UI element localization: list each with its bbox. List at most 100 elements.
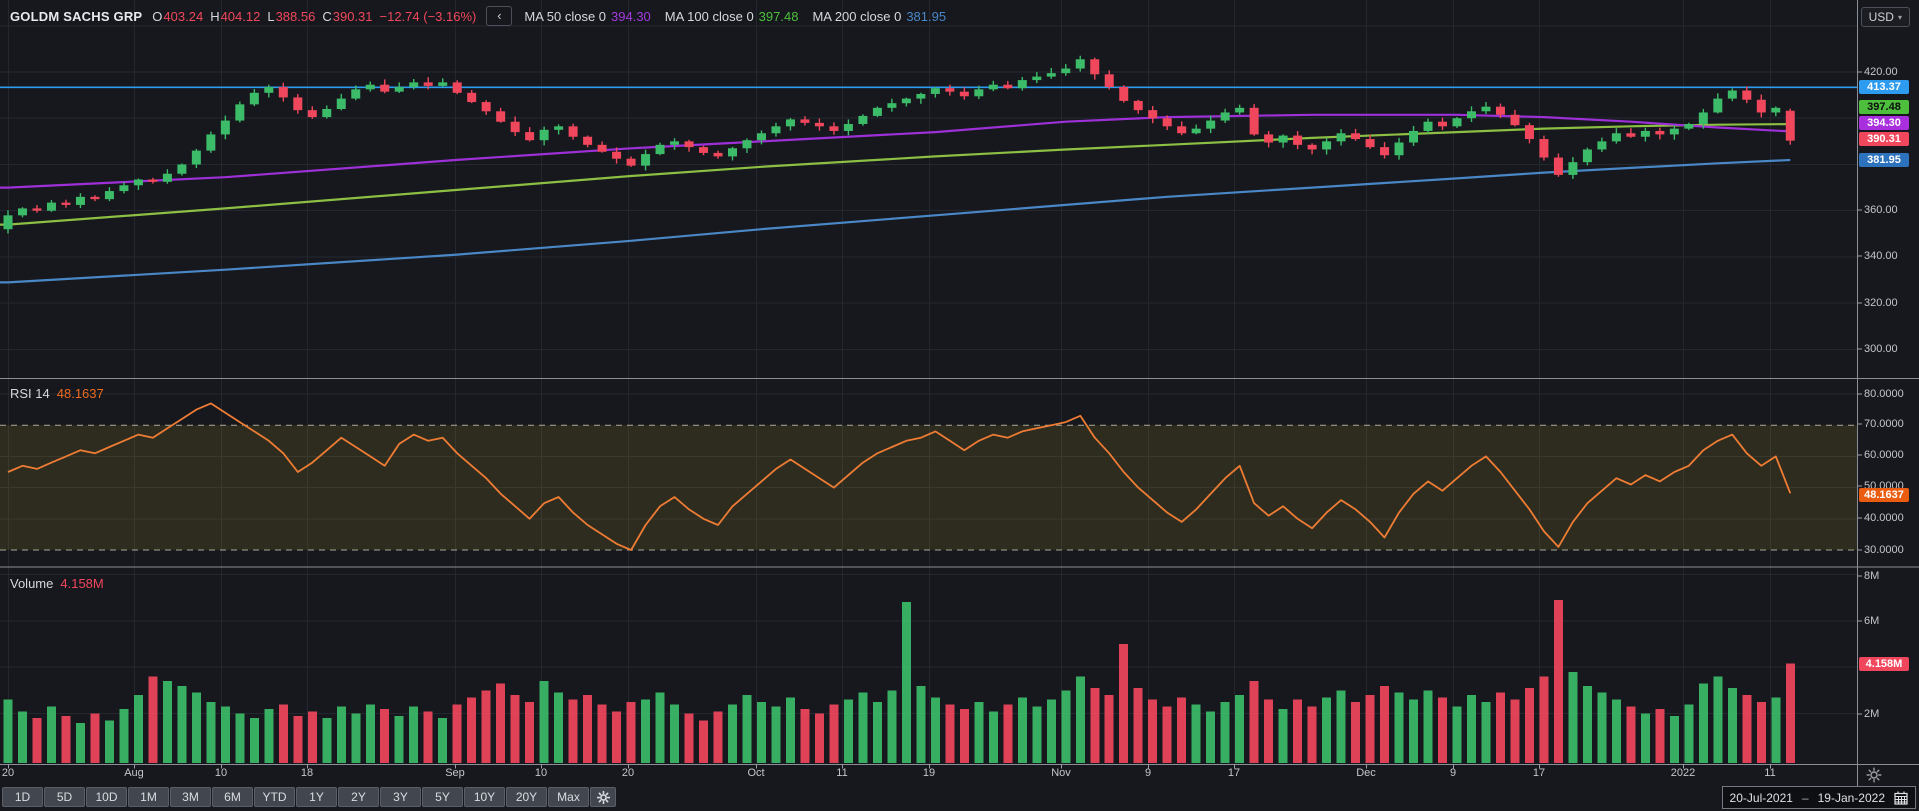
candle-down	[1525, 125, 1534, 139]
volume-bar	[1771, 697, 1780, 763]
candle-up	[337, 99, 346, 109]
axis-settings-gear-icon[interactable]	[1866, 767, 1882, 783]
range-button-1y[interactable]: 1Y	[296, 787, 337, 807]
range-button-10y[interactable]: 10Y	[464, 787, 505, 807]
price-axis-label: 340.00	[1864, 250, 1898, 262]
time-axis-label: 11	[836, 767, 847, 779]
time-axis-label: 10	[535, 767, 547, 779]
volume-title: Volume	[10, 576, 53, 591]
candle-up	[76, 197, 85, 205]
currency-selector[interactable]: USD ▾	[1861, 7, 1910, 27]
volume-bar	[844, 700, 853, 763]
candle-up	[322, 109, 331, 117]
volume-bar	[1076, 676, 1085, 763]
ma200-value: 381.95	[906, 9, 946, 24]
volume-bar	[105, 721, 114, 763]
volume-bar	[264, 709, 273, 763]
time-axis-label: 17	[1533, 767, 1545, 779]
range-button-2y[interactable]: 2Y	[338, 787, 379, 807]
rsi-axis-label: 40.0000	[1864, 512, 1904, 524]
candle-up	[395, 87, 404, 92]
volume-bar	[1438, 697, 1447, 763]
range-button-3m[interactable]: 3M	[170, 787, 211, 807]
candle-down	[1134, 101, 1143, 110]
candle-up	[4, 215, 13, 229]
volume-bar	[235, 714, 244, 763]
range-button-3y[interactable]: 3Y	[380, 787, 421, 807]
candle-up	[786, 119, 795, 126]
volume-bar	[351, 714, 360, 763]
candle-down	[1539, 139, 1548, 157]
volume-bar	[1597, 693, 1606, 763]
candle-down	[1655, 131, 1664, 134]
candle-up	[1641, 131, 1650, 137]
volume-bar	[1655, 709, 1664, 763]
volume-bar	[1003, 704, 1012, 763]
volume-bar	[1670, 716, 1679, 763]
ma50-value: 394.30	[611, 9, 651, 24]
candle-up	[192, 151, 201, 165]
range-button-5d[interactable]: 5D	[44, 787, 85, 807]
range-button-1d[interactable]: 1D	[2, 787, 43, 807]
candle-up	[873, 108, 882, 116]
volume-bar	[1554, 600, 1563, 763]
range-button-5y[interactable]: 5Y	[422, 787, 463, 807]
candle-up	[1032, 77, 1041, 80]
candle-up	[1395, 143, 1404, 156]
candle-up	[656, 145, 665, 154]
toolbar-settings-gear-button[interactable]	[590, 787, 616, 807]
candle-up	[1684, 124, 1693, 129]
volume-bar	[119, 709, 128, 763]
volume-axis-label: 2M	[1864, 708, 1879, 720]
candle-up	[1771, 108, 1780, 113]
volume-bar	[308, 711, 317, 763]
volume-bar	[1626, 707, 1635, 763]
candle-down	[308, 110, 317, 117]
time-axis-label: 9	[1145, 767, 1151, 779]
candle-down	[815, 123, 824, 126]
chart-canvas[interactable]	[0, 0, 1919, 811]
volume-bar	[1235, 695, 1244, 763]
candle-up	[974, 89, 983, 96]
volume-bar	[945, 704, 954, 763]
volume-bar	[989, 711, 998, 763]
range-button-1m[interactable]: 1M	[128, 787, 169, 807]
rsi-title: RSI 14	[10, 386, 50, 401]
range-button-6m[interactable]: 6M	[212, 787, 253, 807]
ohlc-low: L388.56	[267, 9, 315, 24]
volume-bar	[1481, 702, 1490, 763]
candle-down	[714, 153, 723, 156]
candle-up	[1453, 118, 1462, 126]
gear-icon	[597, 791, 610, 804]
time-axis-label: 18	[301, 767, 313, 779]
range-button-max[interactable]: Max	[548, 787, 589, 807]
volume-bar	[1293, 700, 1302, 763]
candle-down	[1003, 85, 1012, 88]
candle-up	[1699, 112, 1708, 124]
range-button-20y[interactable]: 20Y	[506, 787, 547, 807]
collapse-legend-button[interactable]: ‹	[486, 6, 512, 26]
volume-bar	[1322, 697, 1331, 763]
volume-bar	[1090, 688, 1099, 763]
rsi-axis-label: 60.0000	[1864, 449, 1904, 461]
candle-up	[554, 126, 563, 129]
candle-down	[424, 82, 433, 85]
volume-bar	[76, 723, 85, 763]
volume-bar	[1713, 676, 1722, 763]
volume-bar	[438, 718, 447, 763]
range-button-ytd[interactable]: YTD	[254, 787, 295, 807]
volume-bar	[858, 693, 867, 763]
volume-bar	[540, 681, 549, 763]
volume-bar	[511, 695, 520, 763]
volume-bar	[960, 709, 969, 763]
date-range-picker[interactable]: 20-Jul-2021 – 19-Jan-2022	[1722, 786, 1916, 809]
volume-bar	[1018, 697, 1027, 763]
rsi-axis-label: 70.0000	[1864, 418, 1904, 430]
candle-down	[1090, 59, 1099, 74]
candle-up	[989, 85, 998, 90]
volume-bar	[1148, 700, 1157, 763]
price-axis-badge: 381.95	[1859, 153, 1909, 167]
range-button-10d[interactable]: 10D	[86, 787, 127, 807]
candle-down	[482, 102, 491, 111]
candle-down	[1786, 111, 1795, 141]
